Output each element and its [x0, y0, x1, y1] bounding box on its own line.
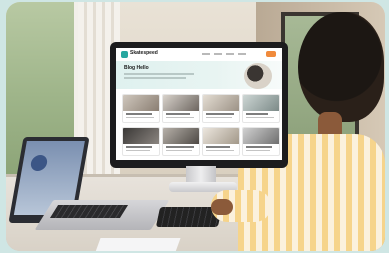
- blog-card: [242, 127, 280, 156]
- photo: Skatespeed Blog Hello: [6, 2, 385, 251]
- blog-card: [162, 94, 200, 123]
- blog-card: [242, 94, 280, 123]
- desktop-monitor: Skatespeed Blog Hello: [110, 42, 288, 168]
- blog-card: [162, 127, 200, 156]
- papers: [95, 238, 181, 251]
- blog-card: [202, 127, 240, 156]
- person-hand: [211, 199, 233, 215]
- site-header: Skatespeed: [116, 48, 282, 62]
- site-logo-text: Skatespeed: [130, 50, 158, 56]
- hero-photo: [244, 63, 272, 89]
- laptop-keyboard: [49, 205, 129, 218]
- person-hair: [298, 12, 384, 122]
- blog-card: [122, 94, 160, 123]
- blog-card: [202, 94, 240, 123]
- site-hero-title: Blog Hello: [124, 65, 149, 71]
- site-hero: Blog Hello: [116, 61, 282, 89]
- blog-card: [122, 127, 160, 156]
- monitor-screen: Skatespeed Blog Hello: [116, 48, 282, 160]
- logo-icon: [121, 51, 128, 58]
- site-cta-button: [266, 51, 276, 57]
